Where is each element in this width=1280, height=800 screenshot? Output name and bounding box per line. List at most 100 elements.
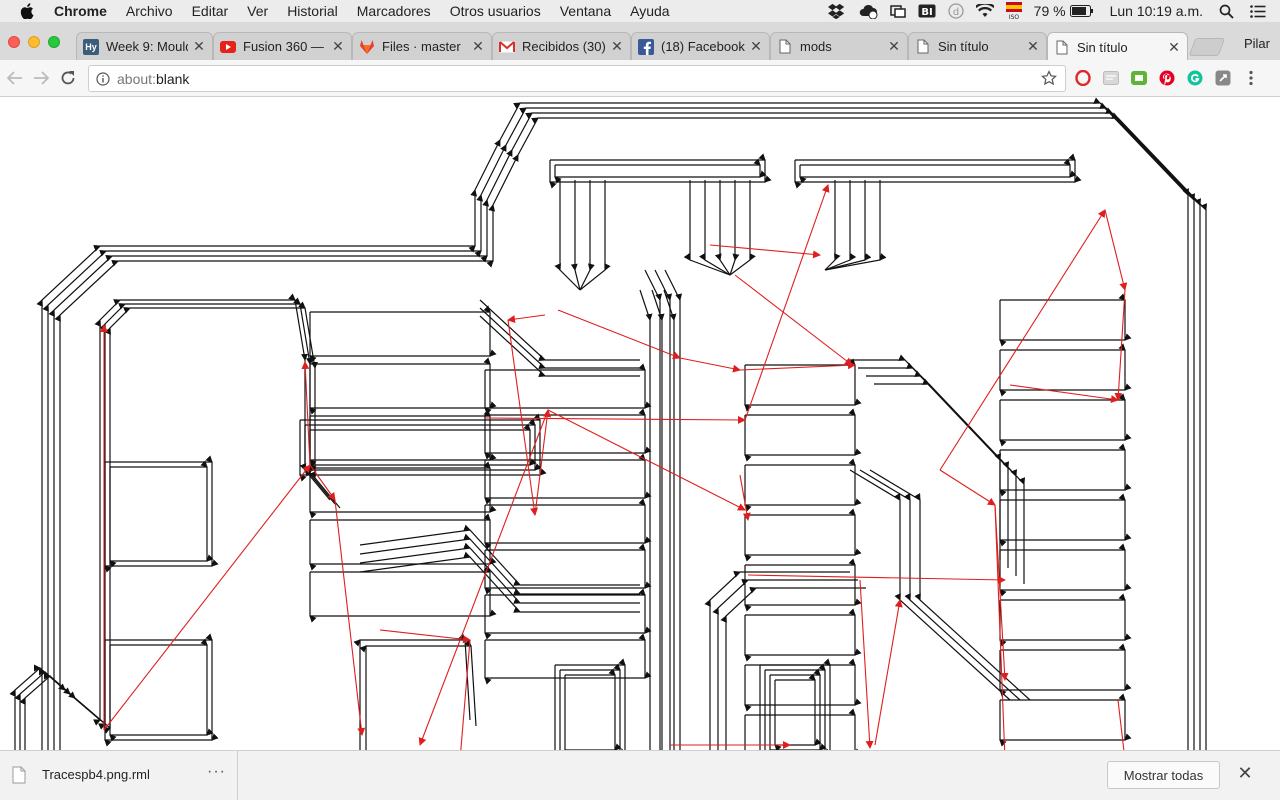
bookmark-star-icon[interactable] [1041,70,1057,89]
menu-ventana[interactable]: Ventana [560,3,611,19]
download-more-icon[interactable]: ··· [207,763,226,781]
header-pin-trace [570,180,581,291]
move-path [1114,289,1126,401]
tab-close-icon[interactable]: ✕ [610,38,624,55]
d-circle-icon[interactable]: d [948,3,964,19]
macos-menu-bar: Chrome Archivo Editar Ver Historial Marc… [0,0,1280,22]
tab-files-master[interactable]: Files · master ✕ [352,32,492,60]
pocket-icon[interactable] [1214,69,1232,87]
notification-center-icon[interactable] [1250,4,1266,18]
header-pin-trace [729,180,740,276]
evernote-icon[interactable] [1130,69,1148,87]
bottom-trace [359,639,477,750]
apple-icon[interactable] [20,3,40,19]
grammarly-icon[interactable] [1186,69,1204,87]
cloud-sync-icon[interactable] [858,3,878,19]
middle-pad-trace [309,565,497,623]
diagonal-trace [849,469,1011,701]
move-path [739,361,856,371]
back-button[interactable] [4,67,26,89]
reload-button[interactable] [57,67,79,89]
bottom-trace [720,586,866,750]
bottom-trace [704,570,850,750]
menu-historial[interactable]: Historial [287,3,338,19]
download-item[interactable]: Tracespb4.png.rml ··· [0,751,238,800]
menu-otros-usuarios[interactable]: Otros usuarios [450,3,541,19]
tab-fusion360[interactable]: Fusion 360 — I ✕ [213,32,352,60]
svg-text:ISO: ISO [1009,14,1020,20]
extension-icon[interactable] [1102,69,1120,87]
bi-icon[interactable]: BI [918,4,936,18]
info-icon[interactable] [91,71,115,86]
forward-button[interactable] [30,67,52,89]
tab-label: Week 9: Mould [106,39,188,54]
close-window-button[interactable] [8,36,20,48]
tab-close-icon[interactable]: ✕ [471,38,485,55]
tab-facebook[interactable]: (18) Facebook ✕ [631,32,770,60]
move-path [379,629,471,644]
menu-clock[interactable]: Lun 10:19 a.m. [1110,3,1203,19]
far-right-pad-trace [999,493,1132,547]
move-path [679,357,741,373]
tab-close-icon[interactable]: ✕ [749,38,763,55]
chrome-menu-icon[interactable] [1242,69,1260,87]
youtube-icon [220,39,236,55]
battery-icon[interactable] [1069,5,1094,17]
url-text: about:blank [117,71,189,87]
menu-ayuda[interactable]: Ayuda [630,3,669,19]
minimize-window-button[interactable] [28,36,40,48]
tab-week9[interactable]: Hy Week 9: Mould ✕ [76,32,213,60]
menu-app-name[interactable]: Chrome [54,3,107,19]
header-pin-trace [824,180,841,271]
right-pad-trace [744,658,862,712]
battery-percent[interactable]: 79 % [1034,3,1066,19]
bus-trace [644,269,663,750]
header-pin-trace [683,180,731,276]
diagonal-trace [850,354,1002,560]
tab-sin-titulo-active[interactable]: Sin título ✕ [1047,32,1188,61]
tab-strip: Hy Week 9: Mould ✕ Fusion 360 — I ✕ File… [0,22,1280,61]
address-bar[interactable]: about:blank [88,65,1066,92]
input-source-flag-icon[interactable]: ISO [1005,2,1022,20]
left-loop-trace [9,293,331,750]
wifi-icon[interactable] [975,4,994,18]
move-path [739,474,751,521]
far-right-pad-trace [999,393,1132,447]
header-pin-trace [579,180,595,291]
right-pad-trace [744,408,862,462]
diagonal-trace [859,469,1021,701]
tab-close-icon[interactable]: ✕ [1026,38,1040,55]
move-path [507,314,546,324]
window-controls [8,36,68,48]
opera-icon[interactable] [1074,69,1092,87]
pinterest-icon[interactable] [1158,69,1176,87]
move-path [744,184,830,421]
screen-share-icon[interactable] [889,3,906,19]
toolpath-canvas [9,97,1208,750]
zoom-window-button[interactable] [48,36,60,48]
tab-close-icon[interactable]: ✕ [887,38,901,55]
menu-marcadores[interactable]: Marcadores [357,3,431,19]
tab-sin-titulo-1[interactable]: Sin título ✕ [908,32,1047,60]
tab-label: (18) Facebook [661,39,745,54]
show-all-downloads-button[interactable]: Mostrar todas [1107,761,1220,789]
menu-archivo[interactable]: Archivo [126,3,173,19]
gitlab-icon [359,39,375,55]
tab-close-icon[interactable]: ✕ [331,38,345,55]
close-downloads-bar-icon[interactable]: ✕ [1236,763,1254,785]
dropbox-icon[interactable] [827,3,846,19]
menu-ver[interactable]: Ver [247,3,268,19]
menu-editar[interactable]: Editar [192,3,229,19]
outer-trace [42,102,1196,750]
hy-icon: Hy [83,38,99,55]
right-pad-trace [744,458,862,512]
tab-mods[interactable]: mods ✕ [770,32,908,60]
tab-close-icon[interactable]: ✕ [1167,39,1181,56]
outer-trace [48,107,1202,750]
spotlight-search-icon[interactable] [1219,4,1234,19]
profile-button[interactable]: Pilar [1244,36,1270,51]
tab-gmail[interactable]: Recibidos (30) ✕ [492,32,631,60]
tab-close-icon[interactable]: ✕ [192,38,206,55]
new-tab-button[interactable] [1188,38,1226,56]
right-pad-trace [744,558,862,612]
